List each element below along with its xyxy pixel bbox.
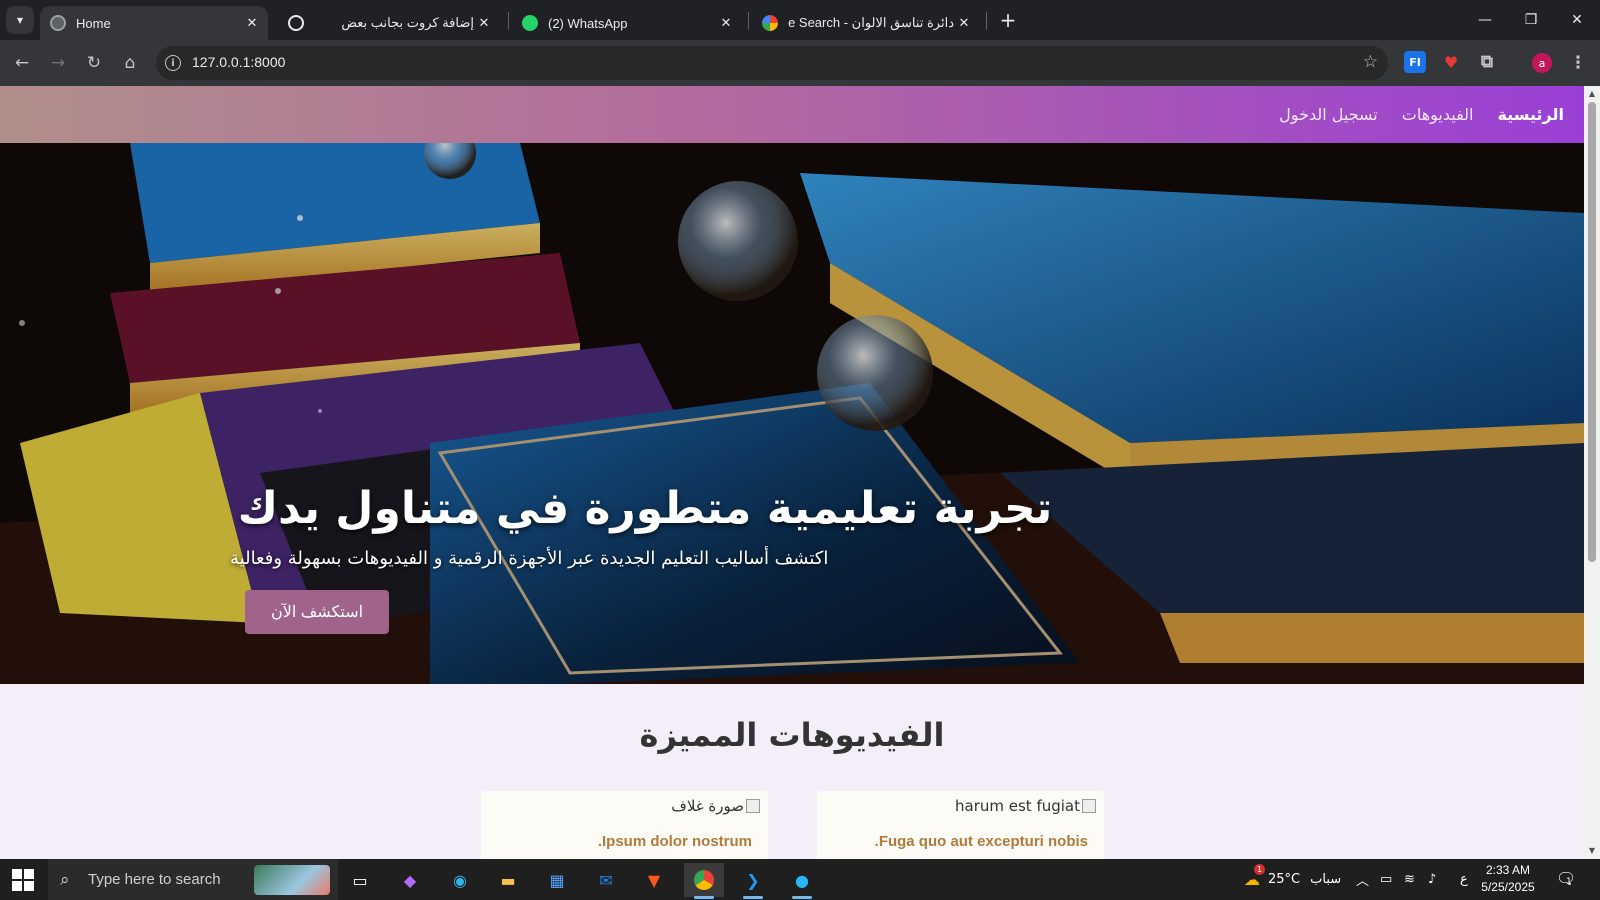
battery-icon[interactable]: ▭ — [1380, 859, 1392, 900]
hero-subtitle: اكتشف أساليب التعليم الجديدة عبر الأجهزة… — [230, 548, 829, 569]
globe-icon — [50, 15, 66, 31]
profile-avatar[interactable]: a — [1532, 53, 1552, 73]
windows-start-icon[interactable] — [12, 869, 34, 891]
hero-text: تجربة تعليمية متطورة في متناول يدك اكتشف… — [230, 483, 1060, 569]
input-language[interactable]: ع — [1460, 859, 1468, 900]
close-window-icon[interactable]: ✕ — [1554, 0, 1600, 40]
chrome-icon[interactable] — [684, 863, 724, 899]
weather-temperature: 25°C — [1268, 872, 1301, 887]
video-thumbnail: harum est fugiat — [955, 797, 1096, 815]
minimize-icon[interactable]: — — [1462, 0, 1508, 40]
weather-widget[interactable]: ☁ 1 25°C سباب — [1244, 859, 1341, 900]
hero-title: تجربة تعليمية متطورة في متناول يدك — [237, 483, 1053, 534]
extension-heart-icon[interactable]: ♥ — [1440, 51, 1462, 73]
hero-background-image — [0, 143, 1584, 684]
outlook-icon[interactable]: ✉ — [586, 863, 626, 897]
home-icon[interactable]: ⌂ — [116, 49, 144, 77]
app-icon[interactable]: ● — [782, 863, 822, 899]
google-icon — [762, 15, 778, 31]
clock-time: 2:33 AM — [1485, 863, 1531, 877]
task-view-icon[interactable]: ▭ — [340, 863, 380, 897]
volume-icon[interactable]: ♪ — [1428, 859, 1436, 900]
tab-google-search[interactable]: دائرة تناسق الالوان - Google Search ✕ — [752, 6, 980, 40]
notification-count: 1 — [1566, 877, 1572, 887]
address-text[interactable]: 127.0.0.1:8000 — [192, 54, 285, 70]
nav-videos-link[interactable]: الفيديوهات — [1402, 105, 1474, 124]
close-tab-icon[interactable]: ✕ — [474, 15, 494, 31]
tray-chevron-icon[interactable]: ︿ — [1356, 859, 1369, 900]
network-icon[interactable]: ≋ — [1404, 859, 1415, 900]
browser-tab-strip: ▾ Home ✕ إضافة كروت بجانب بعض ✕ (2) What… — [0, 0, 1600, 40]
extension-label: FI — [1409, 55, 1421, 69]
more-menu-icon[interactable]: ⋮ — [1564, 49, 1592, 77]
tab-search-button[interactable]: ▾ — [6, 6, 34, 34]
extension-fi-icon[interactable]: FI — [1404, 51, 1426, 73]
back-icon[interactable]: ← — [8, 49, 36, 77]
tab-title: دائرة تناسق الالوان - Google Search — [788, 15, 954, 30]
microsoft-store-icon[interactable]: ▦ — [537, 863, 577, 897]
page-scrollbar[interactable]: ▲ ▼ — [1584, 86, 1600, 859]
windows-taskbar: ⌕ Type here to search ▭ ◆ ◉ ▬ ▦ ✉ ▼ ❯ ● … — [0, 859, 1600, 900]
clock-date: 5/25/2025 — [1481, 880, 1535, 894]
weather-description: سباب — [1310, 872, 1342, 887]
close-tab-icon[interactable]: ✕ — [954, 15, 974, 31]
taskbar-clock[interactable]: 2:33 AM 5/25/2025 — [1468, 862, 1548, 896]
weather-icon: ☁ 1 — [1244, 864, 1265, 889]
site-info-icon[interactable]: i — [165, 55, 181, 71]
search-icon: ⌕ — [60, 869, 70, 890]
scroll-up-arrow-icon[interactable]: ▲ — [1587, 89, 1597, 99]
search-placeholder: Type here to search — [88, 871, 221, 888]
video-card[interactable]: صورة غلاف Ipsum dolor nostrum. — [481, 791, 768, 859]
tab-home[interactable]: Home ✕ — [40, 6, 268, 40]
broken-image-icon — [1082, 799, 1096, 813]
scroll-thumb[interactable] — [1588, 102, 1596, 562]
tab-separator — [508, 12, 509, 30]
tab-whatsapp[interactable]: (2) WhatsApp ✕ — [512, 6, 742, 40]
thumbnail-alt-text: harum est fugiat — [955, 797, 1080, 815]
video-card[interactable]: harum est fugiat Fuga quo aut excepturi … — [817, 791, 1104, 859]
whatsapp-icon — [522, 15, 538, 31]
close-tab-icon[interactable]: ✕ — [242, 15, 262, 31]
tab-cards[interactable]: إضافة كروت بجانب بعض ✕ — [278, 6, 500, 40]
video-thumbnail: صورة غلاف — [671, 797, 760, 815]
video-card-title[interactable]: Fuga quo aut excepturi nobis. — [875, 833, 1088, 850]
reload-icon[interactable]: ↻ — [80, 49, 108, 77]
video-card-title[interactable]: Ipsum dolor nostrum. — [598, 833, 752, 850]
nav-home-link[interactable]: الرئيسية — [1498, 105, 1565, 124]
extensions-puzzle-icon[interactable]: ⧉ — [1476, 51, 1498, 73]
hero-section: تجربة تعليمية متطورة في متناول يدك اكتشف… — [0, 143, 1584, 684]
page-viewport: الرئيسية الفيديوهات تسجيل الدخول تجربة ت… — [0, 86, 1584, 859]
search-highlight-image — [254, 865, 330, 895]
featured-videos-heading: الفيديوهات المميزة — [639, 716, 945, 754]
nav-login-link[interactable]: تسجيل الدخول — [1279, 105, 1378, 124]
tab-separator — [986, 12, 987, 30]
site-navbar: الرئيسية الفيديوهات تسجيل الدخول — [0, 86, 1584, 143]
bookmark-star-icon[interactable]: ☆ — [1363, 52, 1378, 72]
weather-badge: 1 — [1254, 864, 1265, 875]
taskbar-search-box[interactable]: ⌕ Type here to search — [48, 859, 338, 900]
edge-icon[interactable]: ◉ — [440, 863, 480, 897]
file-explorer-icon[interactable]: ▬ — [488, 863, 528, 897]
brave-icon[interactable]: ▼ — [634, 863, 674, 897]
address-bar[interactable]: i 127.0.0.1:8000 ☆ — [156, 46, 1388, 80]
tab-title: (2) WhatsApp — [548, 15, 628, 31]
thumbnail-alt-text: صورة غلاف — [671, 797, 744, 815]
tab-title: إضافة كروت بجانب بعض — [341, 15, 474, 30]
browser-toolbar: ← → ↻ ⌂ i 127.0.0.1:8000 ☆ FI ♥ ⧉ ⋮ — [0, 40, 1600, 86]
explore-now-button[interactable]: استكشف الآن — [245, 590, 389, 634]
tab-separator — [748, 12, 749, 30]
forward-icon[interactable]: → — [44, 49, 72, 77]
close-tab-icon[interactable]: ✕ — [716, 15, 736, 31]
profile-initial: a — [1538, 56, 1546, 70]
broken-image-icon — [746, 799, 760, 813]
restore-icon[interactable]: ❐ — [1508, 0, 1554, 40]
copilot-icon[interactable]: ◆ — [390, 863, 430, 897]
new-tab-button[interactable]: + — [996, 8, 1020, 32]
vscode-icon[interactable]: ❯ — [733, 863, 773, 899]
notifications-icon[interactable]: 🗨 1 — [1556, 869, 1576, 888]
tab-title: Home — [76, 15, 111, 31]
chatgpt-icon — [288, 15, 304, 31]
scroll-down-arrow-icon[interactable]: ▼ — [1587, 846, 1597, 856]
nav-links: الرئيسية الفيديوهات تسجيل الدخول — [1279, 86, 1564, 143]
